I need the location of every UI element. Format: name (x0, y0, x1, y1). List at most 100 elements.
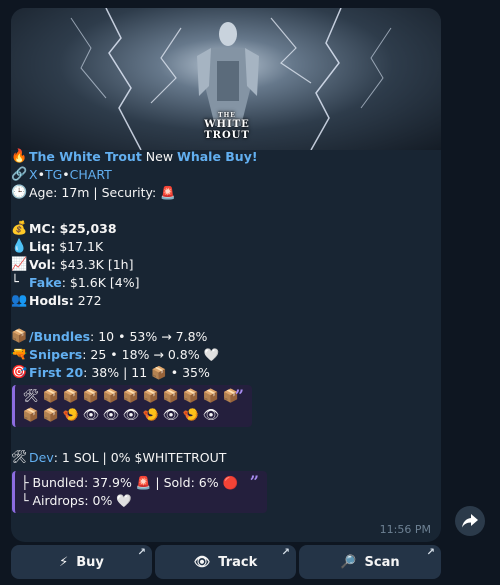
snipers-link[interactable]: Snipers (29, 346, 82, 364)
external-arrow-icon: ↗ (137, 547, 146, 558)
package-icon: 📦 (102, 388, 120, 404)
white-heart-icon: 🤍 (203, 347, 220, 362)
mc-value: $25,038 (59, 221, 117, 236)
quote-icon: ” (249, 472, 259, 491)
token-banner-image[interactable]: THE WHITE TROUT (11, 8, 441, 150)
package-icon: 📦 (142, 388, 160, 404)
header-line: 🔥 The White Trout New Whale Buy! (11, 148, 431, 166)
first20-line: 🎯 First 20: 38% | 11 📦 • 35% (11, 364, 431, 382)
mc-label: MC: (29, 221, 56, 236)
holders-emoji-row-1: 🛠 📦 📦 📦 📦 📦 📦 📦 📦 📦 📦 (21, 387, 246, 406)
target-icon: 🎯 (11, 365, 28, 380)
lightning-icon: ⚡ (59, 554, 69, 570)
bundled-line: ├ Bundled: 37.9% 🚨 | Sold: 6% 🔴 (21, 474, 261, 492)
age-line: 🕒 Age: 17m | Security: 🚨 (11, 184, 431, 202)
vol-label: Vol: (29, 257, 56, 272)
share-arrow-icon (462, 514, 478, 528)
hodls-value: 272 (77, 293, 102, 308)
fake-link[interactable]: Fake (29, 274, 62, 292)
shrimp-icon: 🍤 (142, 407, 160, 423)
fire-icon: 🔥 (11, 149, 28, 164)
eye-icon: 👁 (82, 407, 100, 423)
holders-quote-block: ” 🛠 📦 📦 📦 📦 📦 📦 📦 📦 📦 📦 📦 📦 🍤 👁 👁 👁 🍤 👁 🍤 👁 (12, 385, 252, 427)
tools-icon: 🛠 (22, 388, 40, 404)
package-icon: 📦 (82, 388, 100, 404)
package-icon: 📦 (42, 388, 60, 404)
snipers-line: 🔫 Snipers: 25 • 18% → 0.8% 🤍 (11, 346, 431, 364)
dev-link[interactable]: Dev (29, 449, 54, 467)
first20-value: : 38% | 11 (83, 365, 148, 380)
package-icon: 📦 (22, 407, 40, 423)
message-text: 🔥 The White Trout New Whale Buy! 🔗 X • TG •… (11, 148, 431, 513)
external-arrow-icon: ↗ (281, 547, 290, 558)
sold-text: | Sold: 6% (155, 475, 219, 490)
forward-share-button[interactable] (455, 506, 485, 536)
liq-value: $17.1K (59, 239, 104, 254)
chart-link[interactable]: CHART (70, 166, 112, 184)
white-heart-icon: 🤍 (116, 493, 132, 508)
liq-label: Liq: (29, 239, 56, 254)
banner-logo: THE WHITE TROUT (204, 112, 250, 141)
separator: • (37, 167, 45, 182)
vol-value: $43.3K [1h] (59, 257, 134, 272)
shrimp-icon: 🍤 (62, 407, 80, 423)
message-time: 11:56 PM (379, 523, 431, 536)
magnifier-icon: 🔎 (340, 554, 357, 570)
dev-value: : 1 SOL | 0% $WHITETROUT (53, 450, 227, 465)
package-icon: 📦 (62, 388, 80, 404)
bundles-line: 📦 /Bundles: 10 • 53% → 7.8% (11, 328, 431, 346)
tools-icon: 🛠 (11, 450, 28, 465)
token-name-link[interactable]: The White Trout (29, 148, 142, 166)
eye-icon: 👁 (122, 407, 140, 423)
package-icon: 📦 (182, 388, 200, 404)
eye-icon: 👁 (102, 407, 120, 423)
vol-line: 📈 Vol: $43.3K [1h] (11, 256, 431, 274)
x-link[interactable]: X (29, 166, 38, 184)
hodls-line: 👥 Hodls: 272 (11, 292, 431, 310)
hodls-label: Hodls: (29, 293, 74, 308)
eye-icon: 👁 (162, 407, 180, 423)
airdrops-line: └ Airdrops: 0% 🤍 (21, 492, 261, 510)
header-new: New (145, 149, 174, 164)
water-pistol-icon: 🔫 (11, 347, 28, 362)
eye-icon: 👁 (202, 407, 220, 423)
scan-button[interactable]: 🔎 Scan ↗ (299, 545, 441, 579)
first20-link[interactable]: First 20 (29, 364, 83, 382)
tree-branch-icon: └ (11, 275, 19, 290)
clock-icon: 🕒 (11, 185, 28, 200)
scan-label: Scan (364, 554, 400, 570)
mc-line: 💰 MC: $25,038 (11, 220, 431, 238)
track-label: Track (218, 554, 258, 570)
event-link[interactable]: Whale Buy! (177, 148, 258, 166)
droplet-icon: 💧 (11, 239, 28, 254)
buy-button[interactable]: ⚡ Buy ↗ (11, 545, 152, 579)
links-line: 🔗 X • TG • CHART (11, 166, 431, 184)
dev-line: 🛠 Dev: 1 SOL | 0% $WHITETROUT (11, 449, 431, 467)
package-icon: 📦 (11, 329, 28, 344)
chart-up-icon: 📈 (11, 257, 28, 272)
bundles-value: : 10 • 53% → 7.8% (90, 329, 208, 344)
fake-line: └ Fake: $1.6K [4%] (11, 274, 431, 292)
bundles-link[interactable]: /Bundles (29, 328, 90, 346)
bundled-text: ├ Bundled: 37.9% (21, 475, 132, 490)
holders-emoji-row-2: 📦 📦 🍤 👁 👁 👁 🍤 👁 🍤 👁 (21, 406, 246, 425)
red-circle-icon: 🔴 (222, 475, 239, 490)
airdrops-text: └ Airdrops: 0% (21, 493, 113, 508)
external-arrow-icon: ↗ (426, 547, 435, 558)
money-bag-icon: 💰 (11, 221, 28, 236)
fake-value: : $1.6K [4%] (61, 275, 140, 290)
siren-icon: 🚨 (160, 185, 176, 200)
dev-quote-block: ” ├ Bundled: 37.9% 🚨 | Sold: 6% 🔴 └ Aird… (12, 471, 267, 513)
package-icon: 📦 (151, 365, 167, 380)
track-button[interactable]: 👁 Track ↗ (155, 545, 296, 579)
liq-line: 💧 Liq: $17.1K (11, 238, 431, 256)
tg-link[interactable]: TG (45, 166, 62, 184)
package-icon: 📦 (122, 388, 140, 404)
separator: • (62, 167, 70, 182)
package-icon: 📦 (202, 388, 220, 404)
shrimp-icon: 🍤 (182, 407, 200, 423)
siren-icon: 🚨 (135, 475, 152, 490)
quote-icon: ” (234, 386, 244, 405)
link-icon: 🔗 (11, 167, 28, 182)
eye-icon: 👁 (193, 554, 211, 570)
